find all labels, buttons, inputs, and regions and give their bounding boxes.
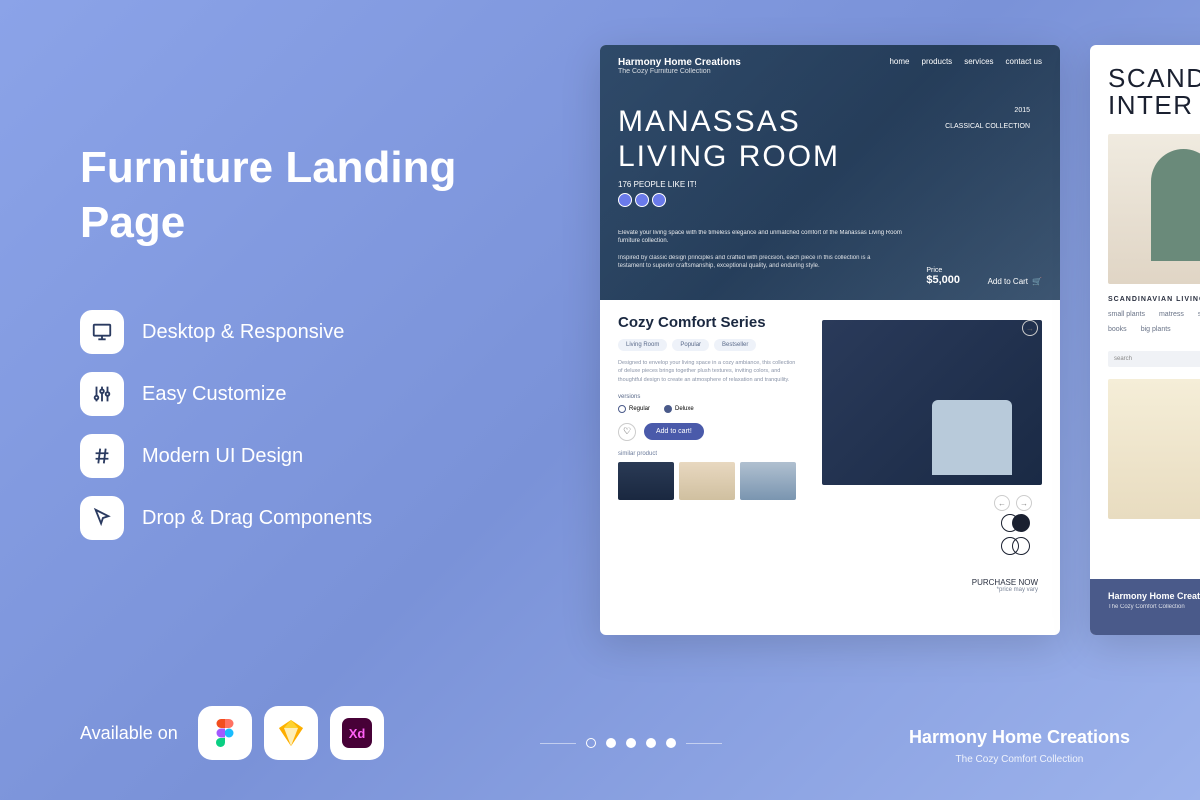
figma-icon[interactable] <box>198 706 252 760</box>
nav-contact[interactable]: contact us <box>1006 57 1042 66</box>
tag-bestseller[interactable]: Bestseller <box>714 339 756 351</box>
features-list: Desktop & Responsive Easy Customize Mode… <box>80 310 550 540</box>
tag-popular[interactable]: Popular <box>672 339 709 351</box>
card2-footer: Harmony Home Creations The Cozy Comfort … <box>1090 579 1200 635</box>
pagination-dots <box>540 738 722 748</box>
radio-deluxe[interactable]: Deluxe <box>664 405 694 413</box>
feature-label: Desktop & Responsive <box>142 321 344 344</box>
footer-brand: Harmony Home Creations The Cozy Comfort … <box>909 727 1130 765</box>
thumb-1[interactable] <box>618 462 674 500</box>
feature-ui: Modern UI Design <box>80 434 550 478</box>
search-input[interactable]: search <box>1108 351 1200 367</box>
radio-regular[interactable]: Regular <box>618 405 650 413</box>
hero-collection: CLASSICAL COLLECTION <box>945 123 1030 130</box>
feature-label: Easy Customize <box>142 383 287 406</box>
go-arrow-icon[interactable]: → <box>1022 320 1038 336</box>
feature-customize: Easy Customize <box>80 372 550 416</box>
preview-card-2: SCANDINTER SCANDINAVIAN LIVING ROOM → sm… <box>1090 45 1200 635</box>
preview-card-1: Harmony Home Creations The Cozy Furnitur… <box>600 45 1060 635</box>
xd-icon[interactable]: Xd <box>330 706 384 760</box>
hero-desc-2: Inspired by classic design principles an… <box>618 254 878 271</box>
dot-1[interactable] <box>586 738 596 748</box>
tag[interactable]: small plants <box>1108 311 1145 318</box>
svg-text:Xd: Xd <box>348 726 365 741</box>
cozy-desc: Designed to envelop your living space in… <box>618 359 798 384</box>
hero-year: 2015 <box>1014 107 1030 114</box>
dot-5[interactable] <box>666 738 676 748</box>
hero-desc: Elevate your living space with the timel… <box>618 229 908 246</box>
purchase-text: PURCHASE NOW*price may vary <box>972 578 1038 593</box>
next-arrow-icon[interactable]: → <box>1016 495 1032 511</box>
card2-label: SCANDINAVIAN LIVING ROOM <box>1090 284 1200 303</box>
dot-3[interactable] <box>626 738 636 748</box>
card2-image-2 <box>1108 379 1200 519</box>
dot-2[interactable] <box>606 738 616 748</box>
nav-products[interactable]: products <box>922 57 953 66</box>
prev-arrow-icon[interactable]: ← <box>994 495 1010 511</box>
price-block: Price$5,000 <box>926 267 960 286</box>
tag[interactable]: matress <box>1159 311 1184 318</box>
tag-living[interactable]: Living Room <box>618 339 667 351</box>
thumb-2[interactable] <box>679 462 735 500</box>
card2-title: SCANDINTER <box>1090 45 1200 120</box>
favorite-button[interactable]: ♡ <box>618 423 636 441</box>
available-label: Available on <box>80 723 178 744</box>
avatars <box>618 193 1042 207</box>
cart-icon: 🛒 <box>1032 277 1042 286</box>
thumb-3[interactable] <box>740 462 796 500</box>
feature-desktop: Desktop & Responsive <box>80 310 550 354</box>
add-cart-button[interactable]: Add to Cart🛒 <box>988 277 1042 286</box>
card2-image-1 <box>1108 134 1200 284</box>
brand-sub: The Cozy Furniture Collection <box>618 68 1042 75</box>
tag[interactable]: books <box>1108 326 1127 333</box>
hero-section: Harmony Home Creations The Cozy Furnitur… <box>600 45 1060 300</box>
available-section: Available on Xd <box>80 706 550 760</box>
feature-dragdrop: Drop & Drag Components <box>80 496 550 540</box>
cursor-icon <box>80 496 124 540</box>
feature-label: Drop & Drag Components <box>142 507 372 530</box>
tag[interactable]: big plants <box>1141 326 1171 333</box>
product-image <box>822 320 1042 485</box>
logo-circles <box>1008 514 1030 560</box>
likes-count: 176 PEOPLE LIKE IT! <box>618 180 1042 189</box>
card2-tags: small plants matress shelves chair books… <box>1090 303 1200 341</box>
nav-home[interactable]: home <box>889 57 909 66</box>
nav-menu: home products services contact us <box>889 57 1042 66</box>
sliders-icon <box>80 372 124 416</box>
feature-label: Modern UI Design <box>142 445 303 468</box>
add-cart-button[interactable]: Add to cart! <box>644 423 704 440</box>
hero-title: MANASSASLIVING ROOM <box>618 105 1042 174</box>
dot-4[interactable] <box>646 738 656 748</box>
nav-services[interactable]: services <box>964 57 993 66</box>
sketch-icon[interactable] <box>264 706 318 760</box>
page-title: Furniture Landing Page <box>80 140 550 250</box>
hash-icon <box>80 434 124 478</box>
monitor-icon <box>80 310 124 354</box>
